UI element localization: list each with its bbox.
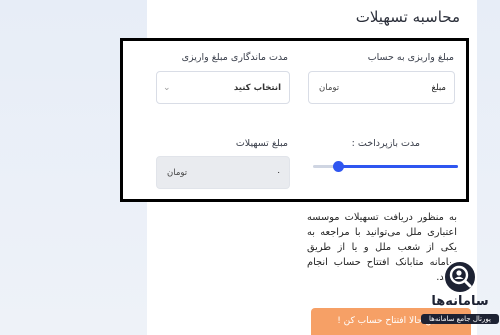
deposit-amount-unit: تومان — [319, 82, 340, 93]
deposit-duration-select[interactable]: انتخاب کنید ⌄ — [156, 71, 290, 104]
deposit-duration-selected: انتخاب کنید — [233, 82, 281, 93]
loan-amount-label: مبلغ تسهیلات — [235, 138, 288, 149]
repayment-slider[interactable] — [313, 161, 458, 172]
search-person-icon — [443, 260, 477, 294]
watermark-logo: سامانه‌ها پورتال جامع سامانه‌ها — [421, 258, 499, 332]
loan-calculator-box: مبلغ واریزی به حساب مبلغ تومان مدت ماندگ… — [120, 38, 469, 202]
watermark-brand: سامانه‌ها — [431, 294, 489, 309]
slider-thumb[interactable] — [333, 161, 345, 172]
loan-amount-field: ۰ تومان — [156, 156, 290, 189]
page-title: محاسبه تسهیلات — [355, 8, 460, 26]
deposit-amount-placeholder: مبلغ — [431, 82, 446, 93]
watermark-tagline: پورتال جامع سامانه‌ها — [421, 314, 499, 324]
loan-amount-value: ۰ — [276, 167, 281, 178]
slider-fill — [338, 165, 458, 168]
deposit-duration-label: مدت ماندگاری مبلغ واریزی — [181, 52, 288, 63]
deposit-amount-label: مبلغ واریزی به حساب — [367, 52, 454, 63]
chevron-down-icon: ⌄ — [163, 82, 171, 93]
loan-amount-unit: تومان — [167, 167, 188, 178]
repayment-period-label: مدت بازپرداخت : — [351, 138, 420, 149]
deposit-amount-input[interactable]: مبلغ تومان — [308, 71, 455, 104]
